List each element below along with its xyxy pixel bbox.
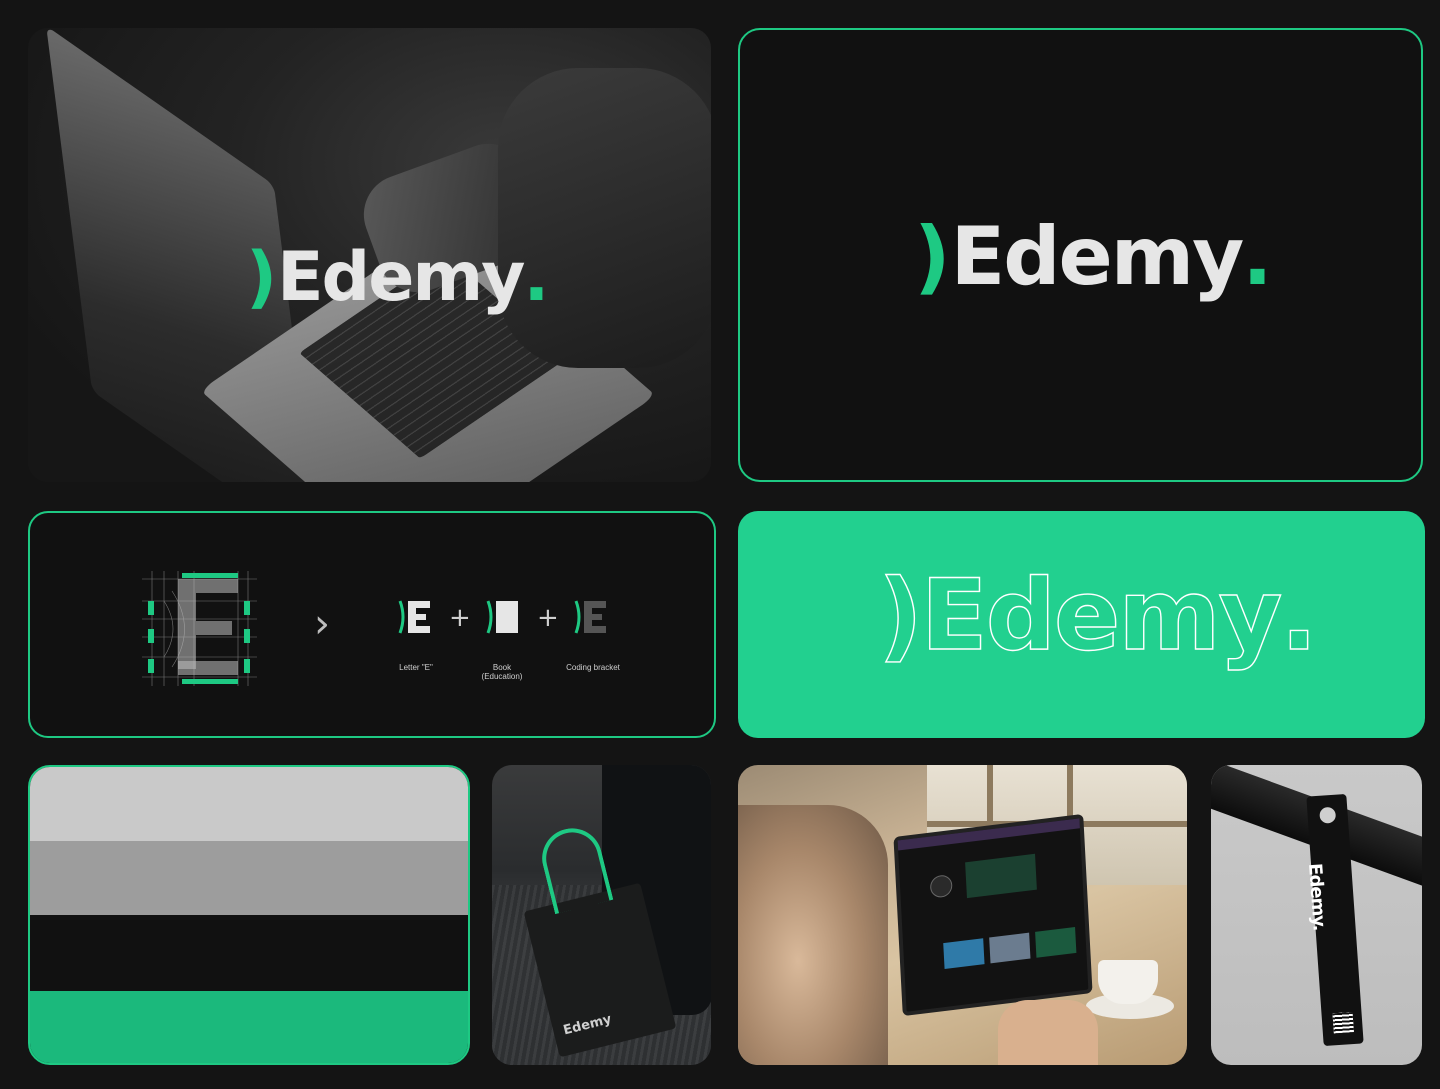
plus-sign: + [537,603,559,633]
logo-bracket: ) [914,210,951,303]
tote-bag-photo: Edemy [492,765,711,1065]
swatch-light-gray [30,767,468,841]
tag-logo: Edemy. [1304,862,1330,931]
logo-dot: . [1242,210,1272,303]
caption-coding-bracket: Coding bracket [566,663,620,672]
logo-wordmark: Edemy [277,238,525,317]
color-palette-card [28,765,470,1065]
swatch-black [30,915,468,991]
logo-bracket: ) [877,558,923,673]
logo-dark-card: ) Edemy. [738,28,1423,482]
person [738,805,888,1065]
logo-construction-card: › + + Letter "E" Book (Education) Coding… [28,511,716,738]
logo-outline-card: ) Edemy. [738,511,1425,738]
sleeve [498,68,711,368]
logo-wordmark: Edemy [950,210,1245,303]
hero-laptop-photo: ) Edemy. [28,28,711,482]
construction-grid-icon [142,571,257,686]
primary-logo: ) Edemy. [914,210,1273,303]
lanyard-tag-photo: Edemy. [1211,765,1422,1065]
channel-banner [965,853,1037,899]
coding-bracket-icon [574,600,606,634]
caption-book: Book (Education) [481,663,523,681]
letter-e-icon [398,600,430,634]
tote-logo: Edemy [561,1011,614,1039]
caption-letter-e: Letter "E" [399,663,433,672]
logo-dot: . [1280,558,1319,673]
hand [998,1000,1098,1065]
swatch-mid-gray [30,841,468,915]
logo-dot: . [523,238,550,317]
swatch-green [30,991,468,1063]
hero-logo: ) Edemy. [246,238,550,317]
chevron-right-icon: › [314,601,330,647]
plus-sign: + [449,603,471,633]
outline-logo: ) Edemy. [877,558,1319,673]
channel-avatar [929,873,953,899]
logo-wordmark: Edemy [920,558,1283,673]
book-icon [486,600,518,634]
tag-rivet [1319,806,1337,824]
laptop-screen [893,813,1093,1017]
coffee-cup [1098,960,1158,1004]
qr-code-icon [1332,1012,1354,1034]
logo-bracket: ) [246,238,277,317]
cafe-laptop-photo [738,765,1187,1065]
